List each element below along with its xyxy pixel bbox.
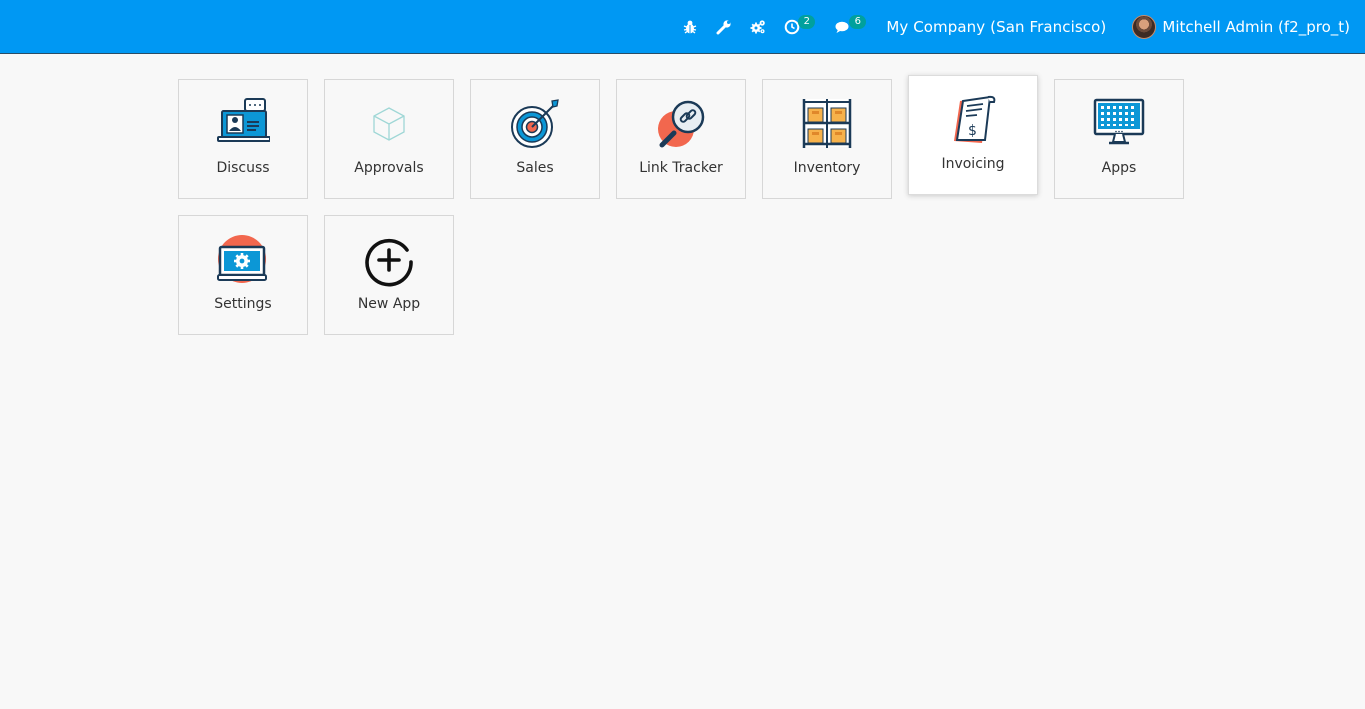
user-menu[interactable]: Mitchell Admin (f2_pro_t) xyxy=(1132,0,1350,53)
app-label: Settings xyxy=(214,296,272,312)
app-label: Inventory xyxy=(793,160,861,176)
app-settings[interactable]: Settings xyxy=(178,215,308,335)
wrench-icon xyxy=(716,19,731,34)
debug-menu[interactable] xyxy=(682,0,698,53)
svg-text:$: $ xyxy=(968,123,977,139)
main-navbar: 2 6 My Company (San Francisco) Mitchell … xyxy=(0,0,1365,54)
app-new-app[interactable]: New App xyxy=(324,215,454,335)
approvals-icon xyxy=(373,107,405,141)
app-apps[interactable]: Apps xyxy=(1054,79,1184,199)
activity-menu[interactable]: 2 xyxy=(784,0,816,53)
app-discuss[interactable]: Discuss xyxy=(178,79,308,199)
inventory-icon xyxy=(802,99,852,148)
app-label: Sales xyxy=(516,160,554,176)
messaging-counter: 6 xyxy=(849,14,867,29)
app-label: Approvals xyxy=(354,160,424,176)
avatar xyxy=(1132,14,1157,39)
settings-icon xyxy=(217,235,267,283)
app-label: Link Tracker xyxy=(639,160,723,176)
company-switcher[interactable]: My Company (San Francisco) xyxy=(886,0,1106,53)
app-label: New App xyxy=(357,296,421,312)
settings-shortcut[interactable] xyxy=(750,0,766,53)
app-link-tracker[interactable]: Link Tracker xyxy=(616,79,746,199)
new-app-icon xyxy=(365,238,413,287)
bug-icon xyxy=(684,20,697,34)
invoicing-icon: $ xyxy=(954,95,996,143)
link-tracker-icon xyxy=(658,100,705,148)
sales-icon xyxy=(511,99,559,148)
apps-icon xyxy=(1093,98,1145,145)
app-label: Discuss xyxy=(216,160,270,176)
gears-icon xyxy=(750,19,766,33)
app-label: Apps xyxy=(1101,160,1137,176)
discuss-icon xyxy=(217,98,270,142)
app-label: Invoicing xyxy=(941,156,1005,172)
app-invoicing[interactable]: $ Invoicing xyxy=(908,75,1038,195)
activity-counter: 2 xyxy=(798,14,816,29)
app-approvals[interactable]: Approvals xyxy=(324,79,454,199)
messaging-menu[interactable]: 6 xyxy=(835,0,867,53)
app-sales[interactable]: Sales xyxy=(470,79,600,199)
user-name: Mitchell Admin (f2_pro_t) xyxy=(1162,17,1350,36)
tools-menu[interactable] xyxy=(716,0,732,53)
app-inventory[interactable]: Inventory xyxy=(762,79,892,199)
